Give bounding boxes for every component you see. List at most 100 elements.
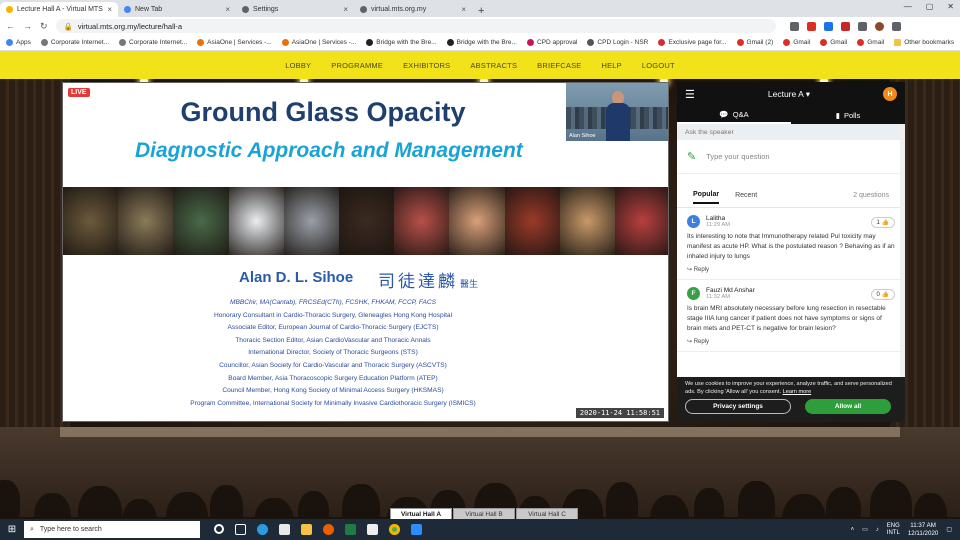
surgical-photo [559, 187, 615, 255]
author-chinese-name: 司徒達麟 醫生 [378, 272, 479, 291]
language-indicator[interactable]: ENG INTL [887, 523, 900, 537]
edge-icon[interactable] [257, 524, 268, 535]
hamburger-menu-icon[interactable]: ☰ [685, 88, 695, 101]
allow-all-button[interactable]: Allow all [805, 399, 891, 414]
extension-icon[interactable] [823, 21, 833, 31]
surgical-photo [118, 187, 174, 255]
reload-icon[interactable]: ↻ [40, 21, 48, 32]
close-tab-icon[interactable]: × [461, 5, 466, 14]
bookmark-item[interactable]: Gmail [857, 39, 884, 46]
tab-polls[interactable]: ▮ Polls [791, 106, 905, 124]
bookmark-icon [197, 39, 205, 46]
bookmark-item[interactable]: Corporate Internet... [40, 39, 109, 46]
forward-arrow-icon[interactable]: → [23, 21, 32, 31]
close-tab-icon[interactable]: × [107, 5, 112, 14]
nav-abstracts[interactable]: ABSTRACTS [470, 61, 517, 70]
bookmark-item[interactable]: AsiaOne | Services -... [197, 39, 272, 46]
folder-icon[interactable] [301, 524, 312, 535]
tab-title: Lecture Hall A - Virtual MTS [17, 6, 103, 13]
bookmark-item[interactable]: Gmail [820, 39, 847, 46]
windows-start-icon[interactable]: ⊞ [0, 524, 24, 535]
nav-lobby[interactable]: LOBBY [285, 61, 311, 70]
profile-avatar[interactable] [874, 21, 884, 31]
new-tab-button[interactable]: + [472, 5, 490, 17]
network-icon[interactable]: ▭ [862, 526, 868, 533]
bookmark-icon [783, 39, 791, 46]
zoom-icon[interactable] [411, 524, 422, 535]
tab-qa[interactable]: 💬 Q&A [677, 106, 791, 124]
excel-icon[interactable] [345, 524, 356, 535]
maximize-icon[interactable]: ▢ [926, 2, 934, 11]
bookmark-item[interactable]: Bridge with the Bre... [366, 39, 437, 46]
bookmark-item[interactable]: CPD Login - NSR [587, 39, 648, 46]
task-view-icon[interactable] [235, 524, 246, 535]
question-input[interactable]: ✎ Type your question [677, 140, 905, 174]
bookmark-item[interactable]: Apps [6, 39, 31, 46]
live-badge: LIVE [68, 88, 90, 97]
cortana-icon[interactable] [214, 524, 224, 534]
extension-icon[interactable] [806, 21, 816, 31]
mail-icon[interactable] [367, 524, 378, 535]
notification-icon[interactable]: ▢ [946, 526, 952, 533]
search-placeholder: Type here to search [39, 526, 102, 533]
url-input[interactable]: 🔒 virtual.mts.org.my/lecture/hall-a [55, 19, 776, 33]
tab-title: Settings [253, 6, 279, 13]
close-window-icon[interactable]: ✕ [947, 2, 954, 11]
bookmark-item[interactable]: CPD approval [526, 39, 577, 46]
browser-tab-settings[interactable]: Settings × [236, 2, 354, 17]
minimize-icon[interactable]: — [904, 2, 912, 11]
bookmark-item[interactable]: Gmail (2) [736, 39, 773, 46]
puzzle-icon[interactable] [857, 21, 867, 31]
extension-icon[interactable] [840, 21, 850, 31]
taskbar-apps [214, 524, 422, 535]
chrome-icon[interactable] [389, 524, 400, 535]
nav-programme[interactable]: PROGRAMME [331, 61, 383, 70]
close-tab-icon[interactable]: × [343, 5, 348, 14]
bookmark-item[interactable]: Exclusive page for... [658, 39, 727, 46]
bookmark-item[interactable]: AsiaOne | Services -... [281, 39, 356, 46]
lecture-selector[interactable]: Lecture A ▾ [695, 89, 883, 100]
like-button[interactable]: 0 👍 [870, 289, 895, 300]
close-tab-icon[interactable]: × [225, 5, 230, 14]
learn-more-link[interactable]: Learn more [783, 389, 812, 395]
credential-line: Council Member, Hong Kong Society of Min… [222, 387, 444, 395]
nav-help[interactable]: HELP [601, 61, 621, 70]
edit-icon: ✎ [687, 151, 697, 163]
nav-logout[interactable]: LOGOUT [642, 61, 675, 70]
other-bookmarks[interactable]: Other bookmarks [894, 39, 954, 46]
presentation-slide: LIVE Ground Glass Opacity Diagnostic App… [62, 82, 669, 422]
question-list: L Lalitha 11:29 AM 1 👍 Its interesting to no… [677, 208, 905, 352]
menu-dots-icon[interactable] [891, 21, 901, 31]
reply-button[interactable]: ↪ Reply [687, 266, 895, 273]
store-icon[interactable] [279, 524, 290, 535]
browser-tab-new[interactable]: New Tab × [118, 2, 236, 17]
speaker-cam-name: Alan Sihoe [569, 133, 596, 139]
bookmark-icon [119, 39, 126, 46]
reply-button[interactable]: ↪ Reply [687, 338, 895, 345]
star-icon[interactable] [789, 21, 799, 31]
chat-bubble-icon: 💬 [719, 109, 729, 119]
privacy-settings-button[interactable]: Privacy settings [685, 399, 791, 414]
bookmark-item[interactable]: Bridge with the Bre... [446, 39, 517, 46]
browser-tab-mts[interactable]: virtual.mts.org.my × [354, 2, 472, 17]
thumbs-up-icon: 👍 [881, 220, 889, 226]
nav-exhibitors[interactable]: EXHIBITORS [403, 61, 450, 70]
taskbar-search-input[interactable]: ⌕ Type here to search [24, 521, 200, 538]
bookmark-item[interactable]: Gmail [783, 39, 810, 46]
like-button[interactable]: 1 👍 [870, 217, 895, 228]
user-avatar[interactable]: H [883, 87, 897, 101]
browser-tab-lecture-hall[interactable]: Lecture Hall A - Virtual MTS × [0, 2, 118, 17]
system-tray: ˄ ▭ ♪ ENG INTL 11:37 AM 12/11/2020 ▢ [851, 522, 960, 537]
sort-recent[interactable]: Recent [735, 192, 757, 199]
qa-header: ☰ Lecture A ▾ H [677, 82, 905, 106]
bookmark-icon [6, 39, 13, 46]
nav-briefcase[interactable]: BRIEFCASE [537, 61, 581, 70]
sort-popular[interactable]: Popular [693, 191, 720, 204]
clock[interactable]: 11:37 AM 12/11/2020 [908, 522, 939, 537]
surgical-photo [449, 187, 505, 255]
volume-icon[interactable]: ♪ [876, 527, 879, 533]
tray-arrow-icon[interactable]: ˄ [851, 527, 855, 533]
bookmark-item[interactable]: Corporate Internet... [119, 39, 187, 46]
firefox-icon[interactable] [323, 524, 334, 535]
back-arrow-icon[interactable]: ← [6, 21, 15, 31]
